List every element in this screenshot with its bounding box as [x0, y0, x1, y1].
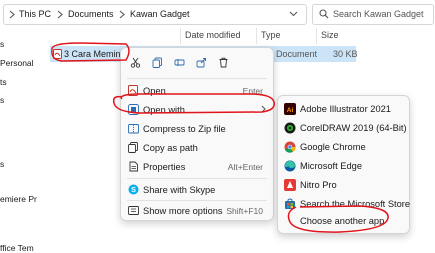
menu-item-label: Compress to Zip file	[143, 124, 226, 134]
nav-item[interactable]: ts	[0, 77, 7, 87]
store-icon	[284, 198, 296, 210]
app-item-adobe-illustrator[interactable]: Ai Adobe Illustrator 2021	[278, 100, 409, 118]
quick-actions-row	[127, 54, 227, 74]
app-item-label: Google Chrome	[300, 142, 366, 152]
menu-item-label: Open with	[143, 105, 185, 115]
coreldraw-icon	[284, 122, 296, 134]
nav-item[interactable]: s	[0, 39, 4, 49]
menu-item-shortcut: Alt+Enter	[227, 162, 263, 172]
column-divider	[256, 28, 257, 44]
app-item-label: Nitro Pro	[300, 180, 337, 190]
pdf-file-icon	[53, 49, 62, 59]
breadcrumb-documents[interactable]: Documents	[68, 9, 114, 19]
column-header-date-modified[interactable]: Date modified	[185, 30, 241, 40]
app-item-nitro-pro[interactable]: Nitro Pro	[278, 176, 409, 194]
app-item-coreldraw[interactable]: CorelDRAW 2019 (64-Bit)	[278, 119, 409, 137]
menu-item-label: Show more options	[143, 206, 223, 216]
delete-icon[interactable]	[215, 54, 231, 70]
chevron-right-icon	[57, 10, 63, 19]
svg-text:S: S	[131, 185, 136, 194]
search-input[interactable]: Search Kawan Gadget	[312, 4, 434, 25]
nav-item[interactable]: s	[0, 159, 4, 169]
menu-item-shortcut: Shift+F10	[226, 206, 263, 216]
file-size: 30 KB	[333, 49, 358, 59]
column-header-size[interactable]: Size	[321, 30, 339, 40]
properties-icon	[128, 161, 139, 172]
menu-item-label: Properties	[143, 162, 186, 172]
navigation-pane: s Personal ts s s emiere Pr ffice Tem	[0, 27, 43, 253]
menu-item-shortcut: Enter	[242, 86, 263, 96]
column-header-type[interactable]: Type	[261, 30, 281, 40]
app-item-label: Search the Microsoft Store	[300, 199, 411, 209]
menu-item-open-with[interactable]: Open with	[121, 100, 273, 119]
cut-icon[interactable]	[127, 54, 143, 70]
menu-separator	[127, 178, 267, 179]
illustrator-icon: Ai	[284, 103, 296, 115]
app-item-microsoft-store[interactable]: Search the Microsoft Store	[278, 195, 411, 213]
chevron-down-icon[interactable]	[289, 9, 298, 18]
chevron-right-icon	[261, 105, 266, 113]
nav-item[interactable]: s	[0, 95, 4, 105]
nitro-pro-icon	[284, 179, 296, 191]
open-icon	[128, 85, 139, 96]
menu-separator	[127, 78, 267, 79]
context-menu: Open Enter Open with Compress to Zip fil…	[120, 47, 274, 221]
nav-item[interactable]: ffice Tem	[0, 243, 34, 253]
chrome-icon	[284, 141, 296, 153]
share-icon[interactable]	[193, 54, 209, 70]
search-placeholder: Search Kawan Gadget	[333, 9, 424, 19]
copy-icon[interactable]	[149, 54, 165, 70]
svg-text:Ai: Ai	[287, 107, 294, 114]
app-item-choose-another-app[interactable]: Choose another app	[278, 212, 409, 230]
more-options-icon	[128, 205, 139, 216]
open-with-icon	[128, 104, 139, 115]
address-bar[interactable]: This PC Documents Kawan Gadget	[3, 4, 307, 25]
app-item-microsoft-edge[interactable]: Microsoft Edge	[278, 157, 409, 175]
address-bar-area: This PC Documents Kawan Gadget Search Ka…	[0, 0, 435, 27]
menu-item-show-more-options[interactable]: Show more options Shift+F10	[121, 201, 273, 220]
column-divider	[180, 28, 181, 44]
breadcrumb-kawan-gadget[interactable]: Kawan Gadget	[130, 9, 190, 19]
menu-item-label: Open	[143, 86, 166, 96]
column-divider	[316, 28, 317, 44]
nav-item[interactable]: emiere Pr	[0, 194, 37, 204]
chevron-right-icon	[9, 10, 15, 19]
open-with-submenu: Ai Adobe Illustrator 2021 CorelDRAW 2019…	[277, 95, 410, 234]
app-item-label: Choose another app	[300, 216, 385, 226]
menu-item-open[interactable]: Open Enter	[121, 81, 273, 100]
app-item-label: CorelDRAW 2019 (64-Bit)	[300, 123, 407, 133]
copy-path-icon	[128, 142, 139, 153]
app-item-google-chrome[interactable]: Google Chrome	[278, 138, 409, 156]
breadcrumb-this-pc[interactable]: This PC	[19, 9, 51, 19]
menu-item-copy-path[interactable]: Copy as path	[121, 138, 273, 157]
file-type: Document	[276, 49, 318, 59]
edge-icon	[284, 160, 296, 172]
menu-item-compress-zip[interactable]: Compress to Zip file	[121, 119, 273, 138]
nav-item[interactable]: Personal	[0, 58, 34, 68]
zip-icon	[128, 123, 139, 134]
menu-item-label: Share with Skype	[143, 185, 216, 195]
menu-item-label: Copy as path	[143, 143, 198, 153]
app-item-label: Microsoft Edge	[300, 161, 363, 171]
search-icon	[319, 9, 329, 19]
skype-icon: S	[128, 184, 139, 195]
menu-item-properties[interactable]: Properties Alt+Enter	[121, 157, 273, 176]
rename-icon[interactable]	[171, 54, 187, 70]
menu-item-share-skype[interactable]: S Share with Skype	[121, 180, 273, 199]
app-item-label: Adobe Illustrator 2021	[300, 104, 391, 114]
chevron-right-icon	[119, 10, 125, 19]
